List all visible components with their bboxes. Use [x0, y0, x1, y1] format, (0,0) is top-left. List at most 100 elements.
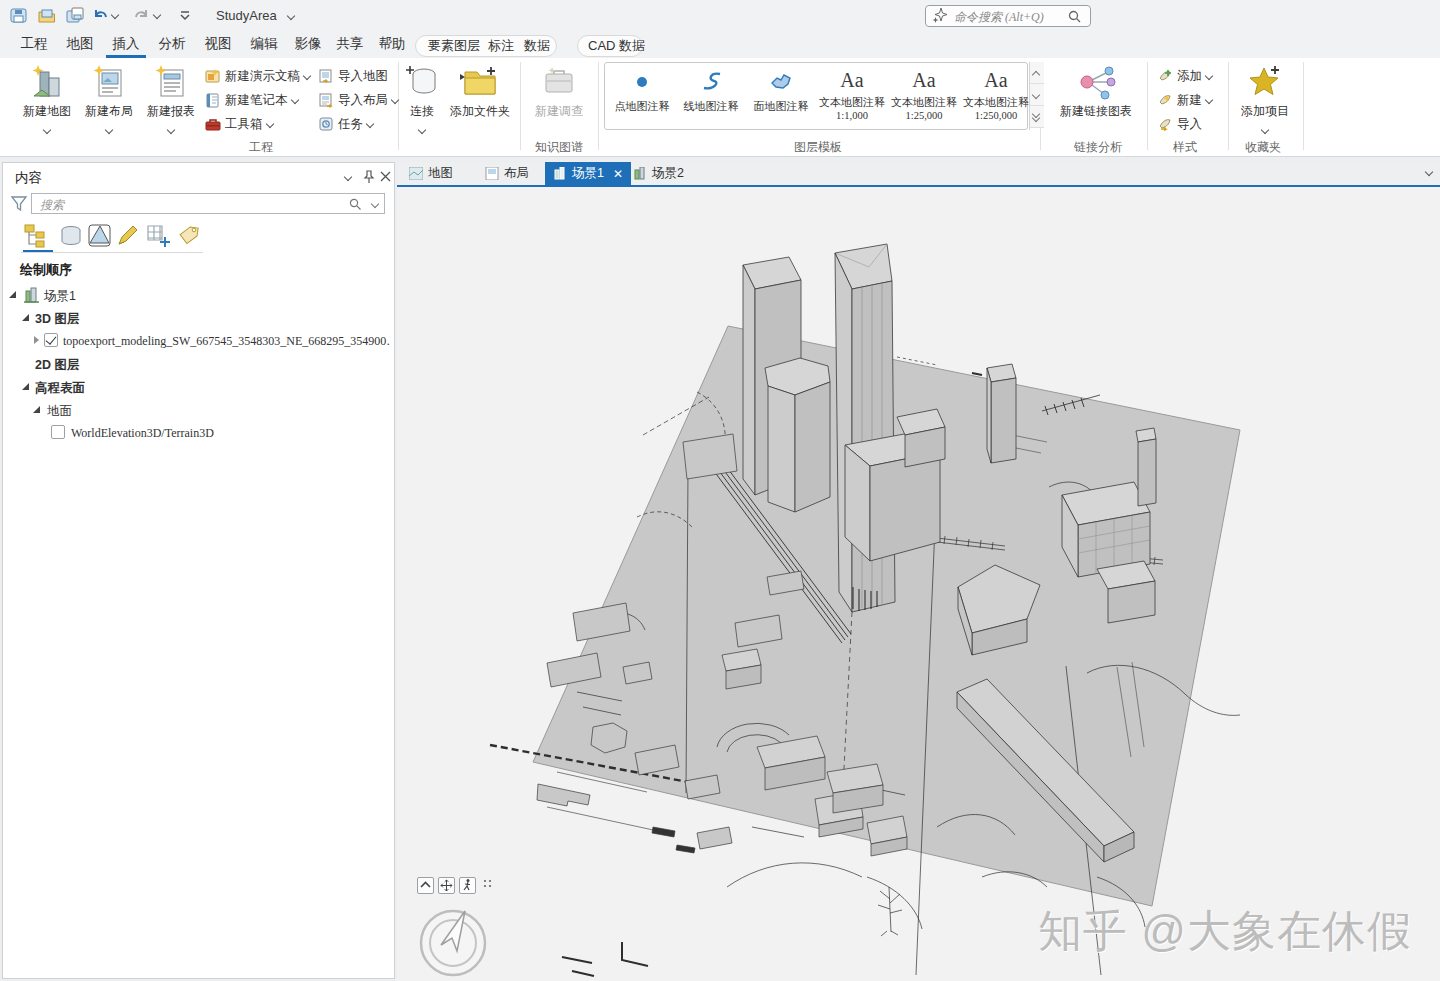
tab-project[interactable]: 工程 — [14, 32, 54, 58]
tree-item-elevation-surfaces[interactable]: 高程表面 — [3, 377, 395, 397]
list-by-data-source-icon[interactable] — [58, 223, 84, 249]
list-by-drawing-order-icon[interactable] — [23, 223, 49, 249]
import-map-icon — [318, 68, 334, 84]
undo-icon[interactable] — [92, 7, 108, 24]
expand-icon[interactable] — [22, 314, 29, 321]
expand-icon[interactable] — [9, 291, 16, 298]
panel-menu-chevron[interactable] — [344, 173, 352, 181]
gallery-item-text-annotation-1000[interactable]: Aa 文本地图注释 1:1,000 — [817, 65, 887, 127]
tree-item-3d-layers[interactable]: 3D 图层 — [3, 308, 395, 328]
gallery-item-polygon-annotation[interactable]: 面地图注释 — [747, 65, 815, 127]
add-item-icon — [1247, 64, 1283, 100]
list-by-labeling-icon[interactable] — [177, 223, 203, 249]
project-menu-chevron[interactable] — [287, 12, 295, 20]
group-label-knowledge: 知识图谱 — [535, 139, 583, 156]
walk-nav-button[interactable] — [459, 877, 476, 894]
style-add-icon — [1157, 68, 1173, 84]
tree-item-ground[interactable]: 地面 — [3, 400, 395, 420]
tab-help[interactable]: 帮助 — [372, 32, 412, 58]
tab-imagery[interactable]: 影像 — [288, 32, 328, 58]
import-layout-button[interactable]: 导入布局 — [318, 90, 398, 110]
list-by-selection-icon[interactable] — [87, 223, 113, 249]
tab-data[interactable]: 数据 — [524, 36, 550, 56]
new-investigation-button[interactable]: 新建调查 — [526, 62, 592, 136]
gallery-scroll-down[interactable] — [1030, 84, 1044, 106]
gallery-item-text-annotation-250000[interactable]: Aa 文本地图注释 1:250,000 — [961, 65, 1031, 127]
filter-icon[interactable] — [11, 196, 28, 212]
tab-edit[interactable]: 编辑 — [244, 32, 284, 58]
view-tab-layout[interactable]: 布局 — [477, 162, 537, 185]
tab-map[interactable]: 地图 — [60, 32, 100, 58]
command-search-box[interactable]: 命令搜索 (Alt+Q) — [925, 5, 1091, 27]
scene-3d-view[interactable]: 知乎 @大象在休假 — [397, 187, 1440, 981]
tree-item-world-elevation[interactable]: WorldElevation3D/Terrain3D — [3, 423, 395, 443]
tree-item-topo-layer[interactable]: topoexport_modeling_SW_667545_3548303_NE… — [3, 331, 395, 351]
tree-item-2d-layers[interactable]: 2D 图层 — [3, 354, 395, 374]
import-map-button[interactable]: 导入地图 — [318, 66, 388, 86]
group-label-project: 工程 — [249, 139, 273, 156]
connect-button[interactable]: 连接 — [400, 62, 444, 136]
new-layout-icon — [92, 64, 126, 100]
pan-nav-button[interactable] — [438, 877, 455, 894]
undo-menu-chevron[interactable] — [111, 11, 119, 19]
layer-checkbox-unchecked[interactable] — [51, 425, 65, 439]
open-project-icon[interactable] — [38, 7, 56, 25]
scene1-tab-icon — [553, 167, 567, 180]
new-report-button[interactable]: 新建报表 — [141, 62, 201, 136]
expand-icon[interactable] — [22, 383, 29, 390]
redo-icon[interactable] — [134, 7, 150, 24]
layer-checkbox-checked[interactable] — [44, 333, 58, 347]
tab-analysis[interactable]: 分析 — [152, 32, 192, 58]
tab-cad-data[interactable]: CAD 数据 — [588, 36, 645, 56]
view-tab-bar: 地图 布局 场景1 ✕ 场景2 — [397, 162, 1440, 185]
tasks-button[interactable]: 任务 — [318, 114, 373, 134]
tab-view[interactable]: 视图 — [198, 32, 238, 58]
collapsed-icon[interactable] — [34, 336, 39, 344]
expand-nav-button[interactable] — [417, 877, 434, 894]
expand-icon[interactable] — [33, 406, 40, 413]
scene-canvas — [397, 187, 1440, 981]
list-by-editing-icon[interactable] — [115, 223, 141, 249]
tab-share[interactable]: 共享 — [330, 32, 370, 58]
drag-dots-icon[interactable] — [483, 879, 493, 889]
new-map-icon — [30, 64, 64, 100]
close-panel-icon[interactable] — [380, 171, 391, 182]
contents-search-box[interactable]: 搜索 — [31, 193, 385, 214]
contents-search-chevron[interactable] — [371, 200, 379, 208]
toolbox-button[interactable]: 工具箱 — [205, 114, 273, 134]
style-import-button[interactable]: 导入 — [1157, 114, 1202, 134]
view-tab-scene2[interactable]: 场景2 — [625, 162, 692, 185]
tab-insert[interactable]: 插入 — [106, 32, 146, 58]
new-map-button[interactable]: 新建地图 — [17, 62, 77, 136]
add-folder-button[interactable]: 添加文件夹 — [444, 62, 516, 136]
gallery-item-text-annotation-25000[interactable]: Aa 文本地图注释 1:25,000 — [889, 65, 959, 127]
save-as-icon[interactable] — [66, 7, 84, 25]
customize-toolbar-icon[interactable] — [178, 7, 192, 23]
new-link-chart-button[interactable]: 新建链接图表 — [1056, 62, 1136, 136]
tab-labeling[interactable]: 标注 — [488, 36, 514, 56]
gallery-expand[interactable] — [1030, 106, 1044, 128]
tab-feature-layer[interactable]: 要素图层 — [428, 36, 480, 56]
new-presentation-button[interactable]: 新建演示文稿 — [205, 66, 310, 86]
save-project-icon[interactable] — [10, 7, 28, 25]
redo-menu-chevron[interactable] — [153, 11, 161, 19]
pin-icon[interactable] — [363, 170, 375, 184]
new-notebook-button[interactable]: 新建笔记本 — [205, 90, 298, 110]
style-new-button[interactable]: 新建 — [1157, 90, 1212, 110]
view-tab-scene1[interactable]: 场景1 ✕ — [545, 162, 631, 185]
view-tab-map[interactable]: 地图 — [401, 162, 461, 185]
compass[interactable] — [413, 903, 493, 981]
tab-list-chevron[interactable] — [1425, 168, 1433, 176]
style-add-button[interactable]: 添加 — [1157, 66, 1212, 86]
gallery-item-line-annotation[interactable]: 线地图注释 — [677, 65, 745, 127]
new-notebook-icon — [205, 92, 221, 108]
add-item-button[interactable]: 添加项目 — [1234, 62, 1296, 136]
connect-icon — [405, 64, 439, 100]
gallery-scroll-up[interactable] — [1030, 62, 1044, 84]
new-layout-button[interactable]: 新建布局 — [79, 62, 139, 136]
gallery-item-point-annotation[interactable]: 点地图注释 — [609, 65, 675, 127]
list-by-snapping-icon[interactable] — [145, 223, 171, 249]
tree-item-scene1[interactable]: 场景1 — [3, 285, 395, 305]
close-tab-icon[interactable]: ✕ — [613, 167, 623, 181]
style-import-icon — [1157, 116, 1173, 132]
